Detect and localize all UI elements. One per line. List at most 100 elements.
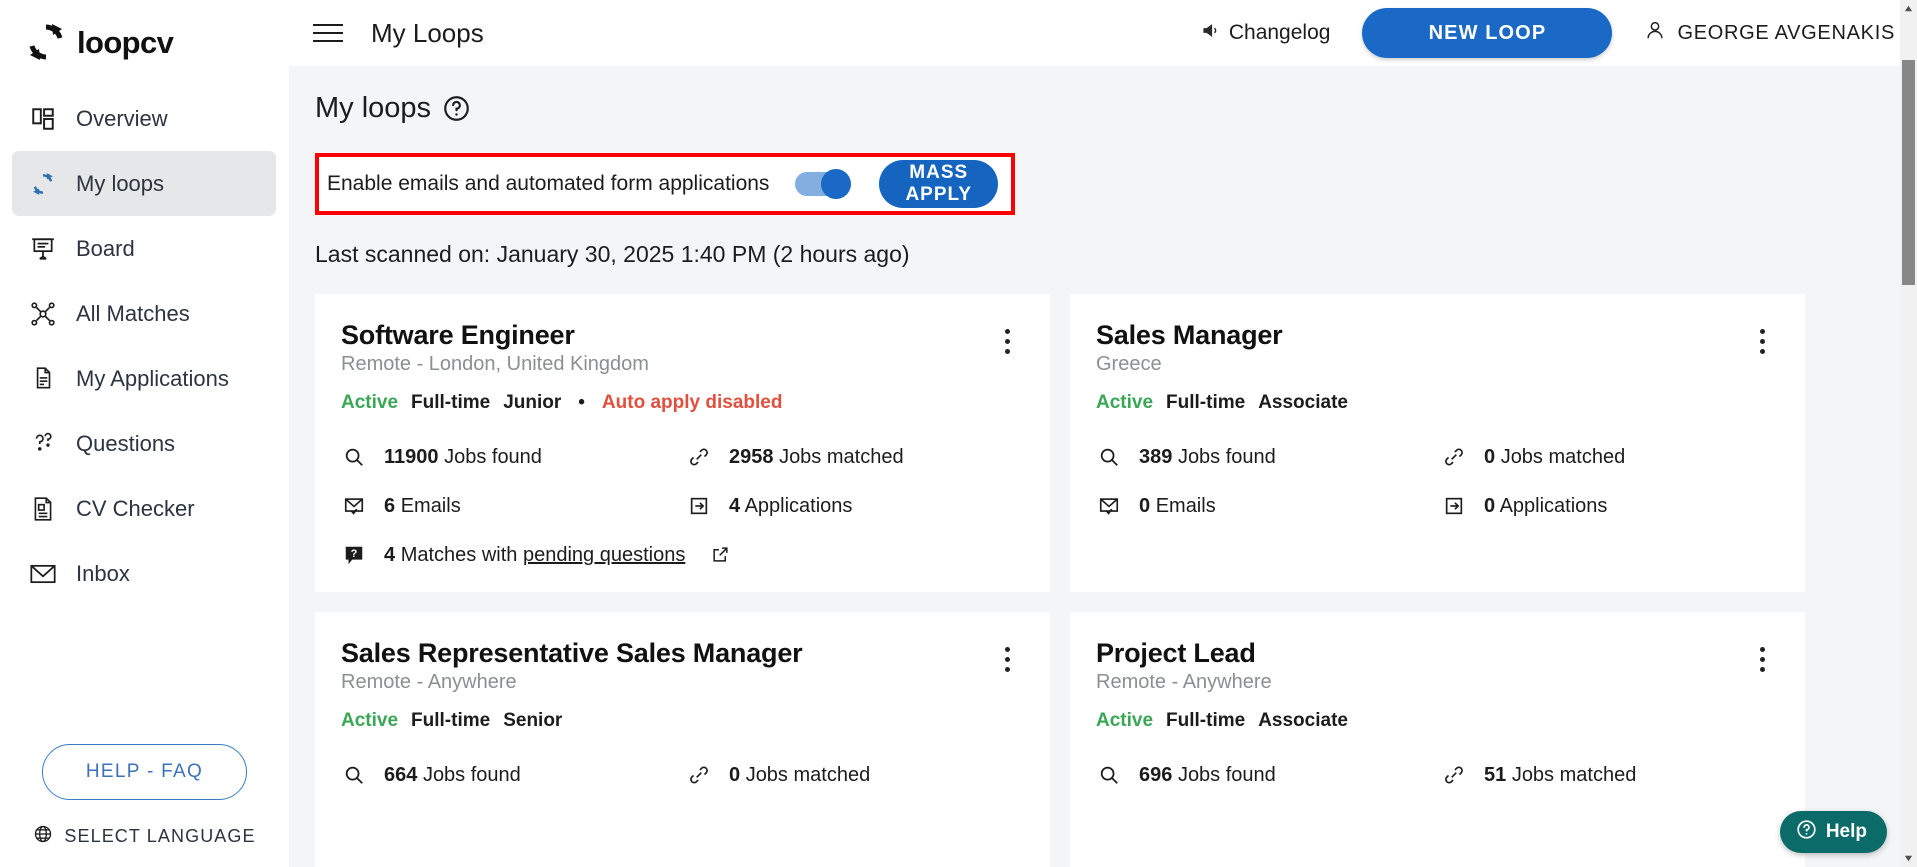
sidebar-item-all-matches[interactable]: All Matches bbox=[12, 281, 276, 346]
employment-type: Full-time bbox=[411, 710, 491, 731]
link-chain-icon bbox=[1441, 444, 1467, 470]
envelope-check-icon bbox=[341, 493, 367, 519]
sidebar-item-label: Questions bbox=[76, 430, 176, 456]
stat-emails: 0 Emails bbox=[1096, 493, 1441, 519]
stat-jobs-found: 389 Jobs found bbox=[1096, 444, 1441, 470]
help-faq-button[interactable]: HELP - FAQ bbox=[42, 744, 247, 800]
jobs-matched-count: 0 bbox=[729, 763, 741, 786]
select-language-button[interactable]: SELECT LANGUAGE bbox=[0, 824, 289, 849]
tag-separator: • bbox=[578, 392, 585, 413]
applications-label: Applications bbox=[1499, 494, 1608, 517]
envelope-check-icon bbox=[1096, 493, 1122, 519]
stat-jobs-found: 664 Jobs found bbox=[341, 762, 686, 788]
card-header: Project Lead Remote - Anywhere bbox=[1096, 638, 1775, 694]
card-title: Sales Manager bbox=[1096, 320, 1283, 350]
card-header: Sales Representative Sales Manager Remot… bbox=[341, 638, 1020, 694]
jobs-found-count: 389 bbox=[1139, 445, 1173, 468]
enable-emails-toggle[interactable] bbox=[795, 169, 852, 199]
question-bubble-icon: ? bbox=[341, 542, 367, 568]
new-loop-button[interactable]: NEW LOOP bbox=[1362, 8, 1613, 58]
loop-card[interactable]: Software Engineer Remote - London, Unite… bbox=[315, 294, 1050, 592]
search-icon bbox=[341, 762, 367, 788]
card-title-group: Software Engineer Remote - London, Unite… bbox=[341, 320, 994, 376]
loop-card[interactable]: Sales Representative Sales Manager Remot… bbox=[315, 612, 1050, 867]
card-more-options-icon[interactable] bbox=[994, 326, 1020, 356]
last-scanned-text: Last scanned on: January 30, 2025 1:40 P… bbox=[315, 241, 910, 267]
app-root: loopcv Overview My loops Board All Match… bbox=[0, 0, 1917, 867]
card-tag-row: Active Full-time Associate bbox=[1096, 710, 1775, 732]
user-menu[interactable]: GEORGE AVGENAKIS bbox=[1644, 19, 1895, 47]
pending-questions-link[interactable]: pending questions bbox=[523, 544, 685, 566]
seniority-level: Associate bbox=[1258, 392, 1348, 413]
emails-count: 6 bbox=[384, 494, 396, 517]
mass-apply-button[interactable]: MASS APPLY bbox=[879, 160, 999, 208]
content-scroll-area[interactable]: My loops Enable emails and automated for… bbox=[289, 66, 1917, 867]
application-enter-icon bbox=[686, 493, 712, 519]
svg-text:?: ? bbox=[351, 548, 358, 560]
person-icon bbox=[1644, 19, 1666, 47]
stat-jobs-matched: 51 Jobs matched bbox=[1441, 762, 1775, 788]
brand-name: loopcv bbox=[77, 24, 174, 60]
status-badge: Active bbox=[341, 710, 399, 731]
jobs-matched-label: Jobs matched bbox=[745, 763, 871, 786]
card-tag-row: Active Full-time Associate bbox=[1096, 392, 1775, 414]
employment-type: Full-time bbox=[1166, 392, 1246, 413]
loop-refresh-icon bbox=[26, 22, 66, 62]
card-stats: 664 Jobs found 0 Jobs matched bbox=[341, 762, 1020, 788]
card-stats: 696 Jobs found 51 Jobs matched bbox=[1096, 762, 1775, 788]
jobs-found-label: Jobs found bbox=[1177, 445, 1276, 468]
changelog-button[interactable]: Changelog bbox=[1201, 21, 1330, 46]
card-more-options-icon[interactable] bbox=[994, 644, 1020, 674]
brand-logo-area[interactable]: loopcv bbox=[0, 0, 288, 66]
sidebar-item-overview[interactable]: Overview bbox=[12, 86, 276, 151]
auto-apply-warning: Auto apply disabled bbox=[601, 392, 783, 413]
help-widget-button[interactable]: Help bbox=[1779, 811, 1887, 853]
stat-applications: 0 Applications bbox=[1441, 493, 1775, 519]
stat-pending-questions[interactable]: ? 4 Matches with pending questions bbox=[341, 542, 1020, 568]
sidebar-footer: HELP - FAQ SELECT LANGUAGE bbox=[0, 744, 289, 849]
card-stats: 389 Jobs found 0 Jobs matched 0 Emails 0… bbox=[1096, 444, 1775, 519]
scrollbar-thumb[interactable] bbox=[1902, 60, 1915, 285]
sidebar-item-questions[interactable]: Questions bbox=[12, 411, 276, 476]
hamburger-menu-icon[interactable] bbox=[313, 16, 347, 50]
sidebar-item-my-applications[interactable]: My Applications bbox=[12, 346, 276, 411]
sidebar-item-my-loops[interactable]: My loops bbox=[12, 151, 276, 216]
jobs-matched-count: 0 bbox=[1484, 445, 1496, 468]
jobs-found-count: 664 bbox=[384, 763, 418, 786]
card-stats: 11900 Jobs found 2958 Jobs matched 6 Ema… bbox=[341, 444, 1020, 568]
emails-label: Emails bbox=[400, 494, 461, 517]
sidebar-item-inbox[interactable]: Inbox bbox=[12, 541, 276, 606]
jobs-matched-label: Jobs matched bbox=[779, 445, 904, 468]
employment-type: Full-time bbox=[1166, 710, 1246, 731]
jobs-matched-count: 2958 bbox=[729, 445, 774, 468]
card-more-options-icon[interactable] bbox=[1749, 326, 1775, 356]
topbar-right-group: Changelog NEW LOOP GEORGE AVGENAKIS bbox=[1201, 8, 1895, 58]
page-title: My loops bbox=[315, 92, 432, 124]
sidebar-item-board[interactable]: Board bbox=[12, 216, 276, 281]
megaphone-icon bbox=[1201, 21, 1220, 46]
loop-card[interactable]: Sales Manager Greece Active Full-time As… bbox=[1070, 294, 1805, 592]
topbar: My Loops Changelog NEW LOOP GEORGE AVGEN… bbox=[289, 0, 1917, 66]
question-marks-icon bbox=[28, 429, 58, 459]
help-widget-label: Help bbox=[1825, 821, 1867, 842]
status-badge: Active bbox=[1096, 392, 1154, 413]
external-link-icon[interactable] bbox=[711, 545, 731, 565]
card-title: Project Lead bbox=[1096, 638, 1256, 668]
sidebar-item-label: Board bbox=[76, 235, 135, 261]
main-area: My Loops Changelog NEW LOOP GEORGE AVGEN… bbox=[289, 0, 1917, 867]
scroll-down-arrow-icon[interactable] bbox=[1900, 850, 1917, 867]
select-language-label: SELECT LANGUAGE bbox=[64, 826, 256, 846]
page-scrollbar[interactable] bbox=[1900, 0, 1917, 867]
card-more-options-icon[interactable] bbox=[1749, 644, 1775, 674]
scroll-up-arrow-icon[interactable] bbox=[1900, 0, 1917, 17]
stat-jobs-matched: 2958 Jobs matched bbox=[686, 444, 1020, 470]
sidebar-item-label: Inbox bbox=[76, 560, 130, 586]
seniority-level: Senior bbox=[503, 710, 563, 731]
sidebar-item-label: All Matches bbox=[76, 300, 190, 326]
sidebar-item-cv-checker[interactable]: CV Checker bbox=[12, 476, 276, 541]
loop-card[interactable]: Project Lead Remote - Anywhere Active Fu… bbox=[1070, 612, 1805, 867]
question-circle-icon[interactable] bbox=[443, 95, 470, 122]
toggle-knob bbox=[821, 169, 852, 199]
stat-emails: 6 Emails bbox=[341, 493, 686, 519]
jobs-found-label: Jobs found bbox=[1177, 763, 1276, 786]
